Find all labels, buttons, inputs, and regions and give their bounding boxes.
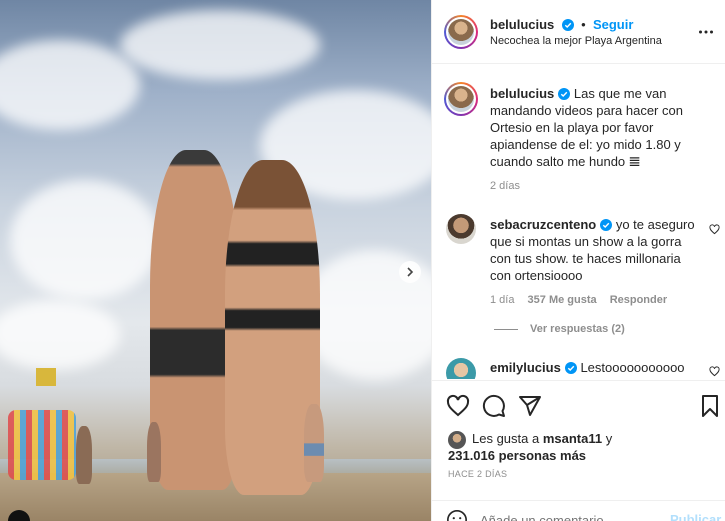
like-comment-heart-icon[interactable] xyxy=(709,366,720,377)
replies-divider xyxy=(494,329,518,330)
more-horizontal-icon[interactable] xyxy=(698,24,714,40)
comment-author[interactable]: emilylucius xyxy=(490,360,561,375)
add-comment-bar: Publicar xyxy=(432,500,725,521)
post-sidebar: belulucius • Seguir Necochea la mejor Pl… xyxy=(431,0,725,521)
comment-text: Lestooooooooooo xyxy=(580,360,685,375)
heart-icon[interactable] xyxy=(446,394,470,418)
like-comment-heart-icon[interactable] xyxy=(709,224,720,235)
caption-text-block: belulucius Las que me van mandando video… xyxy=(490,85,710,170)
likes-suffix: y xyxy=(602,431,613,446)
caption-author-avatar[interactable] xyxy=(444,82,478,116)
author-username[interactable]: belulucius xyxy=(490,17,554,32)
author-avatar[interactable] xyxy=(444,15,478,49)
comment-meta: 1 día 357 Me gusta Responder xyxy=(490,294,667,306)
carousel-next-button[interactable] xyxy=(399,261,421,283)
commenter-avatar[interactable] xyxy=(446,214,476,244)
comment-likes[interactable]: 357 Me gusta xyxy=(528,294,597,306)
liker-username[interactable]: msanta11 xyxy=(543,431,602,446)
comment-icon[interactable] xyxy=(482,394,506,418)
share-icon[interactable] xyxy=(518,394,542,418)
post-header: belulucius • Seguir Necochea la mejor Pl… xyxy=(432,0,725,64)
likes-summary: Les gusta a msanta11 y 231.016 personas … xyxy=(448,430,718,464)
comment-input[interactable] xyxy=(480,510,670,521)
post-comment-button[interactable]: Publicar xyxy=(670,512,721,521)
reply-button[interactable]: Responder xyxy=(610,294,667,306)
comment-text-block: sebacruzcenteno yo te aseguro que si mon… xyxy=(490,216,705,284)
post-timestamp[interactable]: HACE 2 DÍAS xyxy=(448,469,507,479)
chevron-right-icon xyxy=(407,267,414,277)
post-photo[interactable] xyxy=(0,0,431,521)
comment-text-block: emilylucius Lestooooooooooo xyxy=(490,359,705,376)
verified-badge-icon xyxy=(558,88,571,100)
view-replies-button[interactable]: Ver respuestas (2) xyxy=(530,323,625,335)
caption-age[interactable]: 2 días xyxy=(490,180,520,192)
verified-badge-icon xyxy=(561,19,574,31)
verified-badge-icon xyxy=(600,219,613,231)
likes-prefix: Les gusta a xyxy=(472,431,543,446)
verified-badge-icon xyxy=(564,362,577,374)
comment-age[interactable]: 1 día xyxy=(490,294,514,306)
comment-author[interactable]: sebacruzcenteno xyxy=(490,217,596,232)
post-actions xyxy=(432,380,725,428)
caption-author[interactable]: belulucius xyxy=(490,86,554,101)
liker-avatar[interactable] xyxy=(448,431,466,449)
likes-count[interactable]: 231.016 personas más xyxy=(448,448,586,463)
follow-button[interactable]: Seguir xyxy=(593,17,633,32)
emoji-icon[interactable] xyxy=(446,509,468,521)
comments-list[interactable]: belulucius Las que me van mandando video… xyxy=(432,65,725,379)
bookmark-icon[interactable] xyxy=(698,394,722,418)
post-location[interactable]: Necochea la mejor Playa Argentina xyxy=(490,35,662,47)
commenter-avatar[interactable] xyxy=(446,358,476,379)
